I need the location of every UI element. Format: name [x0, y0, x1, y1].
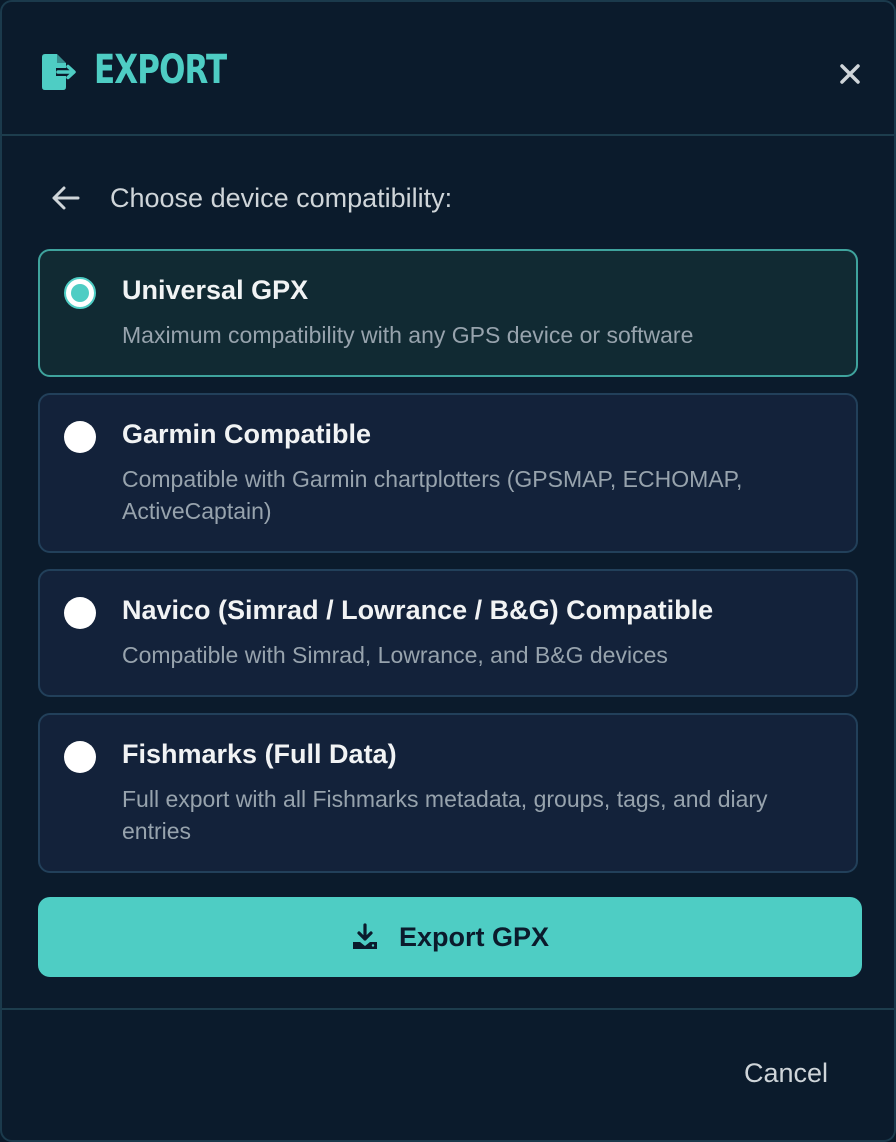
cancel-button[interactable]: Cancel	[744, 1058, 828, 1089]
download-icon	[352, 923, 377, 949]
option-description: Compatible with Garmin chartplotters (GP…	[122, 466, 743, 524]
export-button-label: Export GPX	[398, 921, 550, 952]
option-description: Maximum compatibility with any GPS devic…	[122, 322, 694, 348]
export-gpx-button[interactable]: Export GPX	[38, 897, 862, 977]
file-export-icon	[42, 54, 76, 90]
option-universal-gpx[interactable]: Universal GPX Maximum compatibility with…	[38, 249, 858, 377]
radio-navico[interactable]	[64, 597, 96, 629]
radio-universal-gpx[interactable]	[64, 277, 96, 309]
dialog-footer: Cancel	[2, 1008, 894, 1140]
export-dialog: EXPORT Choose device compatibility: Univ…	[0, 0, 896, 1142]
step-label: Choose device compatibility:	[110, 182, 453, 213]
option-navico[interactable]: Navico (Simrad / Lowrance / B&G) Compati…	[38, 569, 858, 697]
radio-fishmarks[interactable]	[64, 741, 96, 773]
step-header: Choose device compatibility:	[50, 178, 452, 218]
option-fishmarks[interactable]: Fishmarks (Full Data) Full export with a…	[38, 713, 858, 873]
option-title: Navico (Simrad / Lowrance / B&G) Compati…	[122, 595, 714, 625]
option-title: Garmin Compatible	[122, 419, 372, 449]
arrow-left-icon[interactable]	[50, 182, 82, 214]
option-garmin[interactable]: Garmin Compatible Compatible with Garmin…	[38, 393, 858, 553]
close-icon[interactable]	[830, 54, 870, 94]
option-title: Fishmarks (Full Data)	[122, 739, 397, 769]
option-description: Full export with all Fishmarks metadata,…	[122, 786, 768, 844]
dialog-body: Choose device compatibility: Universal G…	[2, 136, 894, 1008]
dialog-title: EXPORT	[94, 47, 227, 93]
dialog-header: EXPORT	[2, 2, 894, 136]
radio-garmin[interactable]	[64, 421, 96, 453]
option-title: Universal GPX	[122, 275, 309, 305]
option-description: Compatible with Simrad, Lowrance, and B&…	[122, 642, 668, 668]
